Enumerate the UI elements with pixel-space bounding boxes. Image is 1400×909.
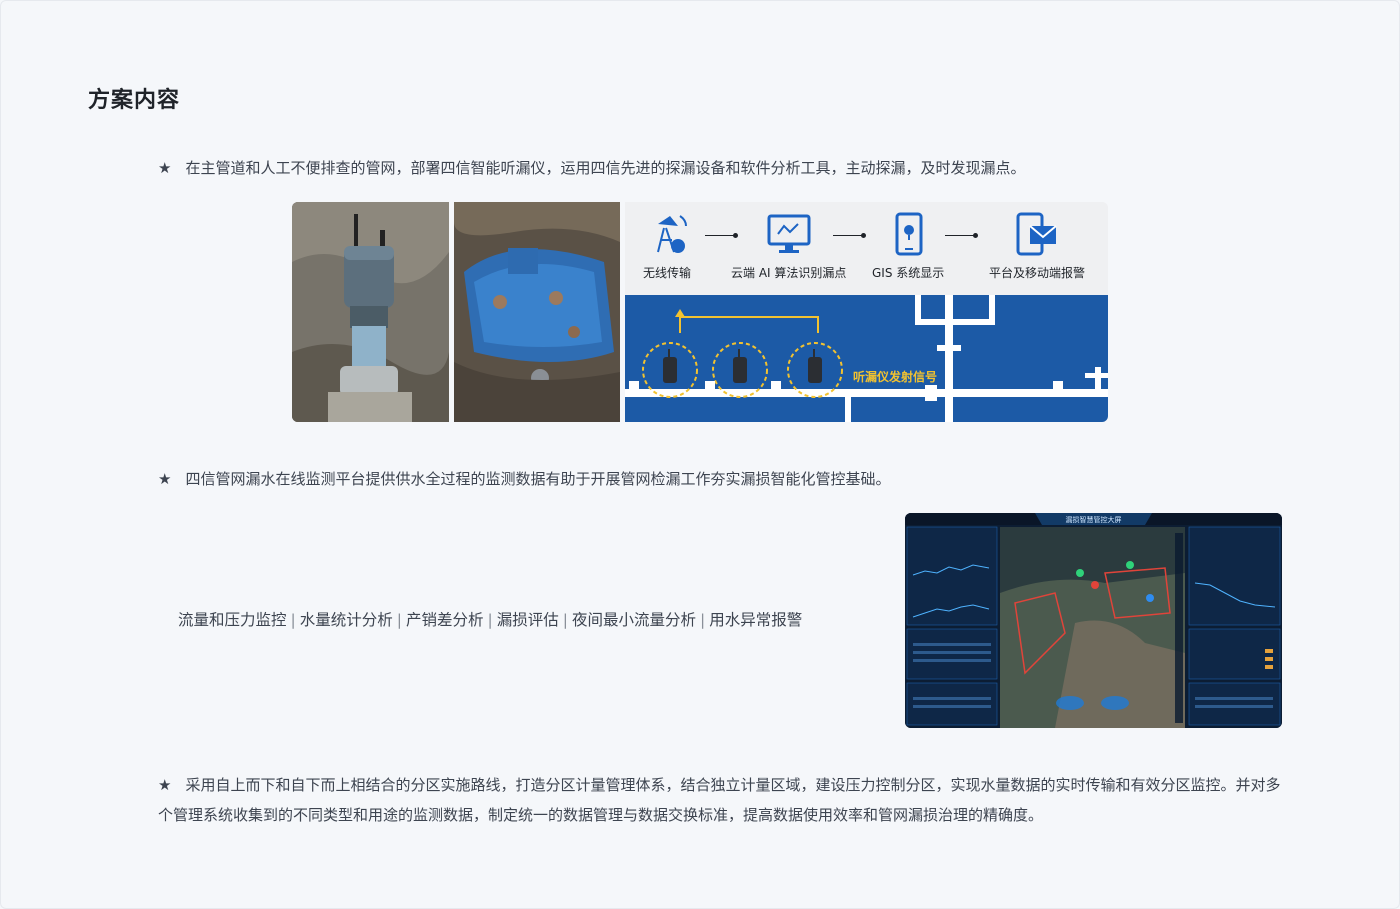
section-title: 方案内容 [88,88,181,113]
step-platform-alarm: 平台及移动端报警 [989,212,1085,281]
feature-separator: | [396,611,402,629]
satellite-antenna-icon [657,215,687,253]
paragraph-zoning: ★ 采用自上而下和自下而上相结合的分区实施路线，打造分区计量管理体系，结合独立计量… [158,770,1283,830]
paragraph-text: 在主管道和人工不便排查的管网，部署四信智能听漏仪，运用四信先进的探漏设备和软件分… [185,159,1026,177]
connector-dot [861,233,866,238]
feature-item: 漏损评估 [496,611,559,629]
step-label: 云端 AI 算法识别漏点 [731,266,847,280]
paragraph-platform: ★ 四信管网漏水在线监测平台提供供水全过程的监测数据有助于开展管网检漏工作夯实漏损… [158,464,1258,494]
monitoring-dashboard-screenshot: 漏损智慧管控大屏 [905,513,1282,728]
star-icon: ★ [158,159,172,177]
pipe-network-illustration [625,295,1108,422]
valve-photo-illustration [454,202,620,422]
feature-item: 产销差分析 [406,611,484,629]
star-icon: ★ [158,470,172,488]
connector-line [945,235,975,236]
feature-item: 流量和压力监控 [178,611,287,629]
feature-item: 用水异常报警 [709,611,803,629]
phone-message-icon [1016,212,1057,256]
step-cloud-ai: 云端 AI 算法识别漏点 [731,212,846,281]
pipe-network-panel [625,295,1108,422]
star-icon: ★ [158,776,172,794]
signal-label: 听漏仪发射信号 [853,370,938,384]
paragraph-leak-detection: ★ 在主管道和人工不便排查的管网，部署四信智能听漏仪，运用四信先进的探漏设备和软件… [158,153,1258,183]
step-wireless: 无线传输 [643,212,691,281]
paragraph-text: 四信管网漏水在线监测平台提供供水全过程的监测数据有助于开展管网检漏工作夯实漏损智… [185,470,891,488]
feature-list: 流量和压力监控 | 水量统计分析 | 产销差分析 | 漏损评估 | 夜间最小流量分析 | 用水异常报… [178,608,802,630]
feature-item: 水量统计分析 [299,611,393,629]
monitor-icon [767,214,811,253]
feature-separator: | [562,611,568,629]
feature-separator: | [487,611,493,629]
device-photo-illustration [292,202,449,422]
mobile-map-icon [895,212,923,256]
dashboard-illustration [905,513,1282,728]
step-gis: GIS 系统显示 [872,212,944,281]
step-label: GIS 系统显示 [872,266,945,280]
feature-separator: | [290,611,296,629]
feature-item: 夜间最小流量分析 [572,611,697,629]
paragraph-text: 采用自上而下和自下而上相结合的分区实施路线，打造分区计量管理体系，结合独立计量区… [158,776,1281,824]
feature-separator: | [700,611,706,629]
valve-photo [454,202,620,422]
leak-detection-flow-diagram: 无线传输 云端 AI 算法识别漏点 GIS 系统显示 平台及移动端报警 听漏仪发… [625,202,1108,422]
connector-line [833,235,863,236]
leak-listener-device-photo [292,202,449,422]
dashboard-title: 漏损智慧管控大屏 [1065,516,1122,524]
connector-dot [973,233,978,238]
step-label: 无线传输 [643,266,692,280]
step-label: 平台及移动端报警 [989,266,1086,280]
